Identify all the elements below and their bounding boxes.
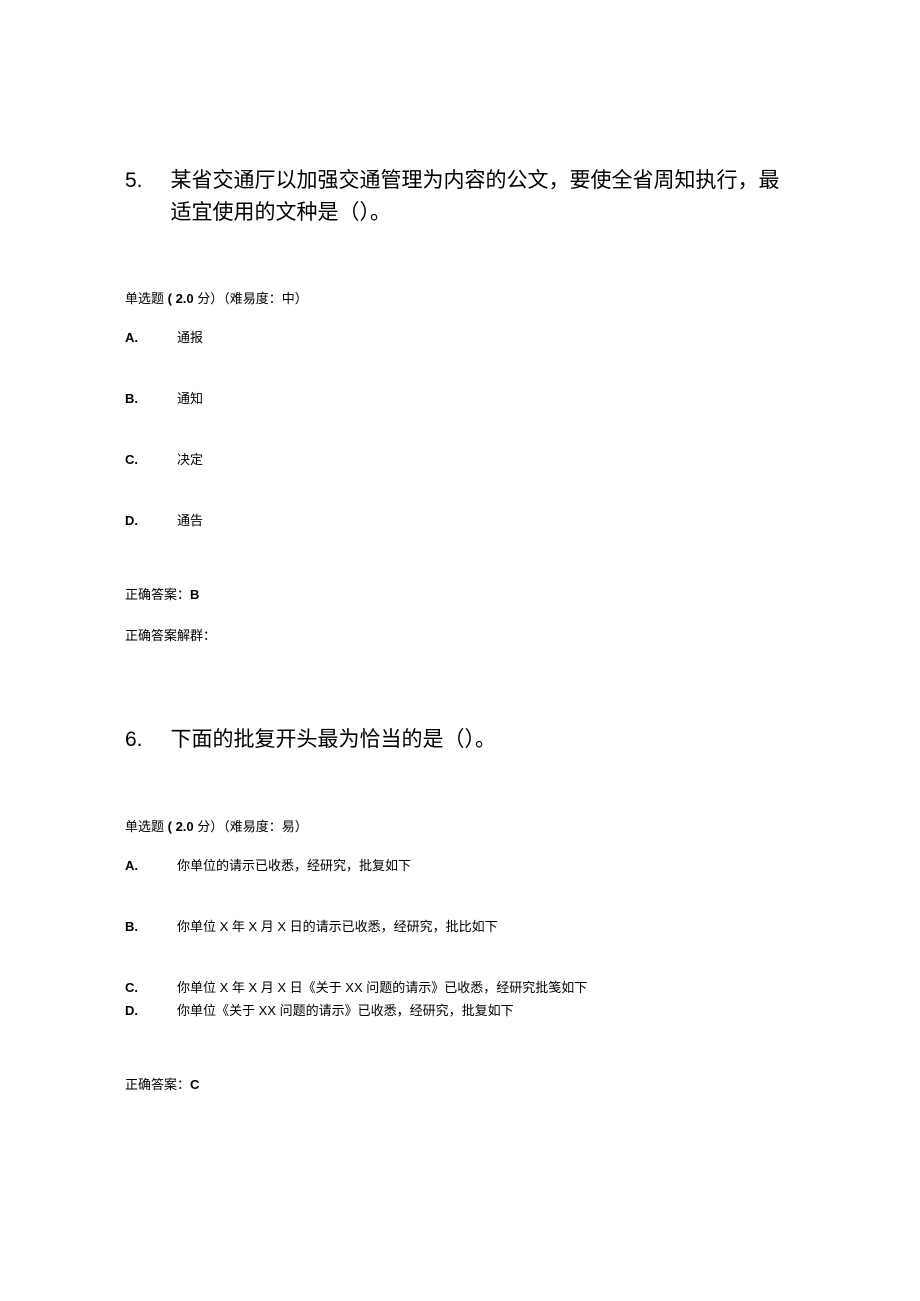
option-label: C. — [125, 452, 177, 467]
option-label: A. — [125, 858, 177, 873]
meta-points: ( 2.0 — [164, 291, 197, 306]
option-label: D. — [125, 513, 177, 528]
question-text: 某省交通厅以加强交通管理为内容的公文，要使全省周知执行，最适宜使用的文种是（）。 — [171, 165, 795, 228]
meta-unit: 分）（难易度：易） — [197, 819, 308, 834]
option-text: 通知 — [177, 388, 795, 407]
option-text: 决定 — [177, 449, 795, 468]
option-label: B. — [125, 919, 177, 934]
question-meta: 单选题 ( 2.0 分）（难易度：易） — [125, 816, 795, 835]
answer-label: 正确答案： — [125, 587, 190, 602]
answer-section: 正确答案：C — [125, 1074, 795, 1093]
option-text: 通报 — [177, 327, 795, 346]
correct-answer: 正确答案：C — [125, 1074, 795, 1093]
question-5: 5. 某省交通厅以加强交通管理为内容的公文，要使全省周知执行，最适宜使用的文种是… — [125, 165, 795, 644]
answer-value: B — [190, 587, 199, 602]
question-title: 6. 下面的批复开头最为恰当的是（）。 — [125, 724, 795, 756]
meta-prefix: 单选题 — [125, 291, 164, 306]
option-a: A. 你单位的请示已收悉，经研究，批复如下 — [125, 855, 795, 874]
answer-label: 正确答案： — [125, 1077, 190, 1092]
question-number: 5. — [125, 165, 143, 228]
meta-unit: 分）（难易度：中） — [197, 291, 308, 306]
correct-answer: 正确答案：B — [125, 584, 795, 603]
explanation-label: 正确答案解群： — [125, 625, 795, 644]
option-d: D. 通告 — [125, 510, 795, 529]
option-d: D. 你单位《关于 XX 问题的请示》已收悉，经研究，批复如下 — [125, 1000, 795, 1019]
option-text: 你单位 X 年 X 月 X 日的请示已收悉，经研究，批比如下 — [177, 916, 795, 935]
option-text: 你单位《关于 XX 问题的请示》已收悉，经研究，批复如下 — [177, 1000, 795, 1019]
option-text: 通告 — [177, 510, 795, 529]
option-label: A. — [125, 330, 177, 345]
question-6: 6. 下面的批复开头最为恰当的是（）。 单选题 ( 2.0 分）（难易度：易） … — [125, 724, 795, 1093]
option-label: D. — [125, 1003, 177, 1018]
option-text: 你单位的请示已收悉，经研究，批复如下 — [177, 855, 795, 874]
meta-points: ( 2.0 — [164, 819, 197, 834]
question-number: 6. — [125, 724, 143, 756]
option-label: C. — [125, 980, 177, 995]
answer-value: C — [190, 1077, 199, 1092]
meta-prefix: 单选题 — [125, 819, 164, 834]
answer-section: 正确答案：B 正确答案解群： — [125, 584, 795, 644]
option-b: B. 通知 — [125, 388, 795, 407]
option-label: B. — [125, 391, 177, 406]
option-text: 你单位 X 年 X 月 X 日《关于 XX 问题的请示》已收悉，经研究批笺如下 — [177, 977, 795, 996]
question-meta: 单选题 ( 2.0 分）（难易度：中） — [125, 288, 795, 307]
option-c: C. 你单位 X 年 X 月 X 日《关于 XX 问题的请示》已收悉，经研究批笺… — [125, 977, 795, 996]
option-a: A. 通报 — [125, 327, 795, 346]
question-title: 5. 某省交通厅以加强交通管理为内容的公文，要使全省周知执行，最适宜使用的文种是… — [125, 165, 795, 228]
option-c: C. 决定 — [125, 449, 795, 468]
question-text: 下面的批复开头最为恰当的是（）。 — [171, 724, 795, 756]
option-b: B. 你单位 X 年 X 月 X 日的请示已收悉，经研究，批比如下 — [125, 916, 795, 935]
